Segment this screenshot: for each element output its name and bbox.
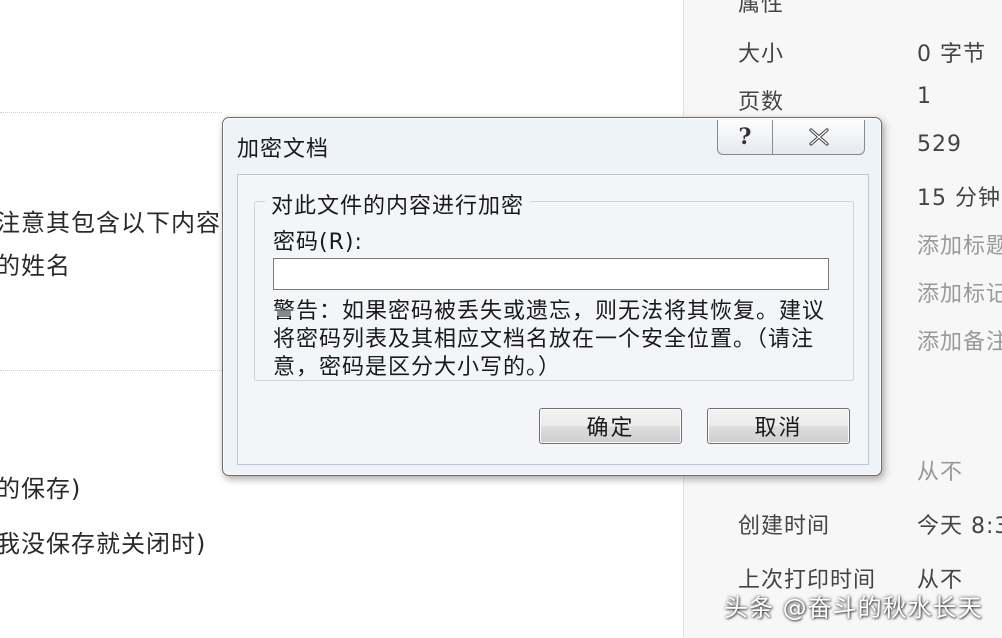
info-text-line: 的保存) — [0, 475, 82, 503]
password-input[interactable] — [273, 258, 829, 290]
prop-value-title[interactable]: 添加标题 — [917, 228, 1002, 260]
prop-value-pages: 1 — [917, 84, 932, 109]
cancel-button[interactable]: 取消 — [707, 408, 850, 444]
prop-value-size: 0 字节 — [917, 42, 986, 67]
divider — [0, 370, 222, 371]
prop-label-pages: 页数 — [738, 90, 785, 115]
watermark: 头条 @奋斗的秋水长天 — [724, 594, 983, 622]
close-button[interactable] — [773, 120, 864, 154]
ok-button[interactable]: 确定 — [539, 408, 682, 444]
properties-heading: 属性 — [738, 0, 785, 17]
dialog-body: 对此文件的内容进行加密 密码(R): 警告：如果密码被丢失或遗忘，则无法将其恢复… — [237, 174, 869, 465]
prop-value-edit-time: 15 分钟 — [917, 186, 1001, 211]
info-text-line: 注意其包含以下内容 — [0, 209, 221, 237]
prop-value-tags[interactable]: 添加标记 — [917, 276, 1002, 308]
warning-text: 警告：如果密码被丢失或遗忘，则无法将其恢复。建议将密码列表及其相应文档名放在一个… — [273, 299, 826, 380]
prop-label-created: 创建时间 — [738, 514, 831, 539]
info-text-line: 的姓名 — [0, 252, 71, 280]
help-button[interactable]: ? — [718, 120, 773, 154]
prop-label-size: 大小 — [738, 42, 785, 67]
prop-value-comments[interactable]: 添加备注 — [917, 324, 1002, 356]
title-bar-buttons: ? — [717, 120, 865, 155]
close-icon — [808, 128, 829, 146]
groupbox-title: 对此文件的内容进行加密 — [265, 188, 531, 220]
encrypt-document-dialog: 加密文档 ? 对此文件的内容进行加密 密码(R): 警告：如果密码被丢失或遗忘，… — [222, 117, 882, 476]
screenshot: 注意其包含以下内容 的姓名 的保存) 我没保存就关闭时) 属性 大小 0 字节 … — [0, 0, 1002, 638]
password-label: 密码(R): — [273, 230, 363, 255]
dialog-title: 加密文档 — [237, 137, 330, 162]
prop-value-last-modified: 从不 — [917, 460, 964, 485]
encrypt-groupbox: 对此文件的内容进行加密 密码(R): 警告：如果密码被丢失或遗忘，则无法将其恢复… — [254, 188, 854, 381]
info-text-line: 我没保存就关闭时) — [0, 530, 207, 558]
prop-value-created: 今天 8:3 — [917, 514, 1002, 539]
prop-value-words: 529 — [917, 132, 962, 157]
divider — [0, 112, 222, 113]
